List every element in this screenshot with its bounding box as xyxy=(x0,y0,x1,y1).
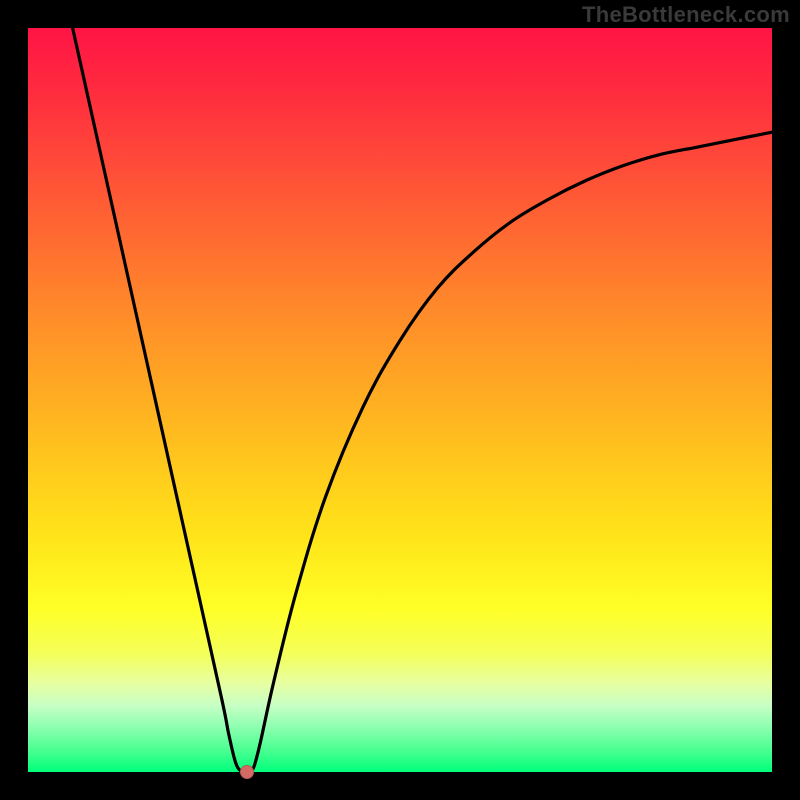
watermark-text: TheBottleneck.com xyxy=(582,2,790,28)
optimum-marker xyxy=(240,765,254,779)
plot-area xyxy=(28,28,772,772)
chart-frame: TheBottleneck.com xyxy=(0,0,800,800)
bottleneck-curve xyxy=(28,28,772,772)
